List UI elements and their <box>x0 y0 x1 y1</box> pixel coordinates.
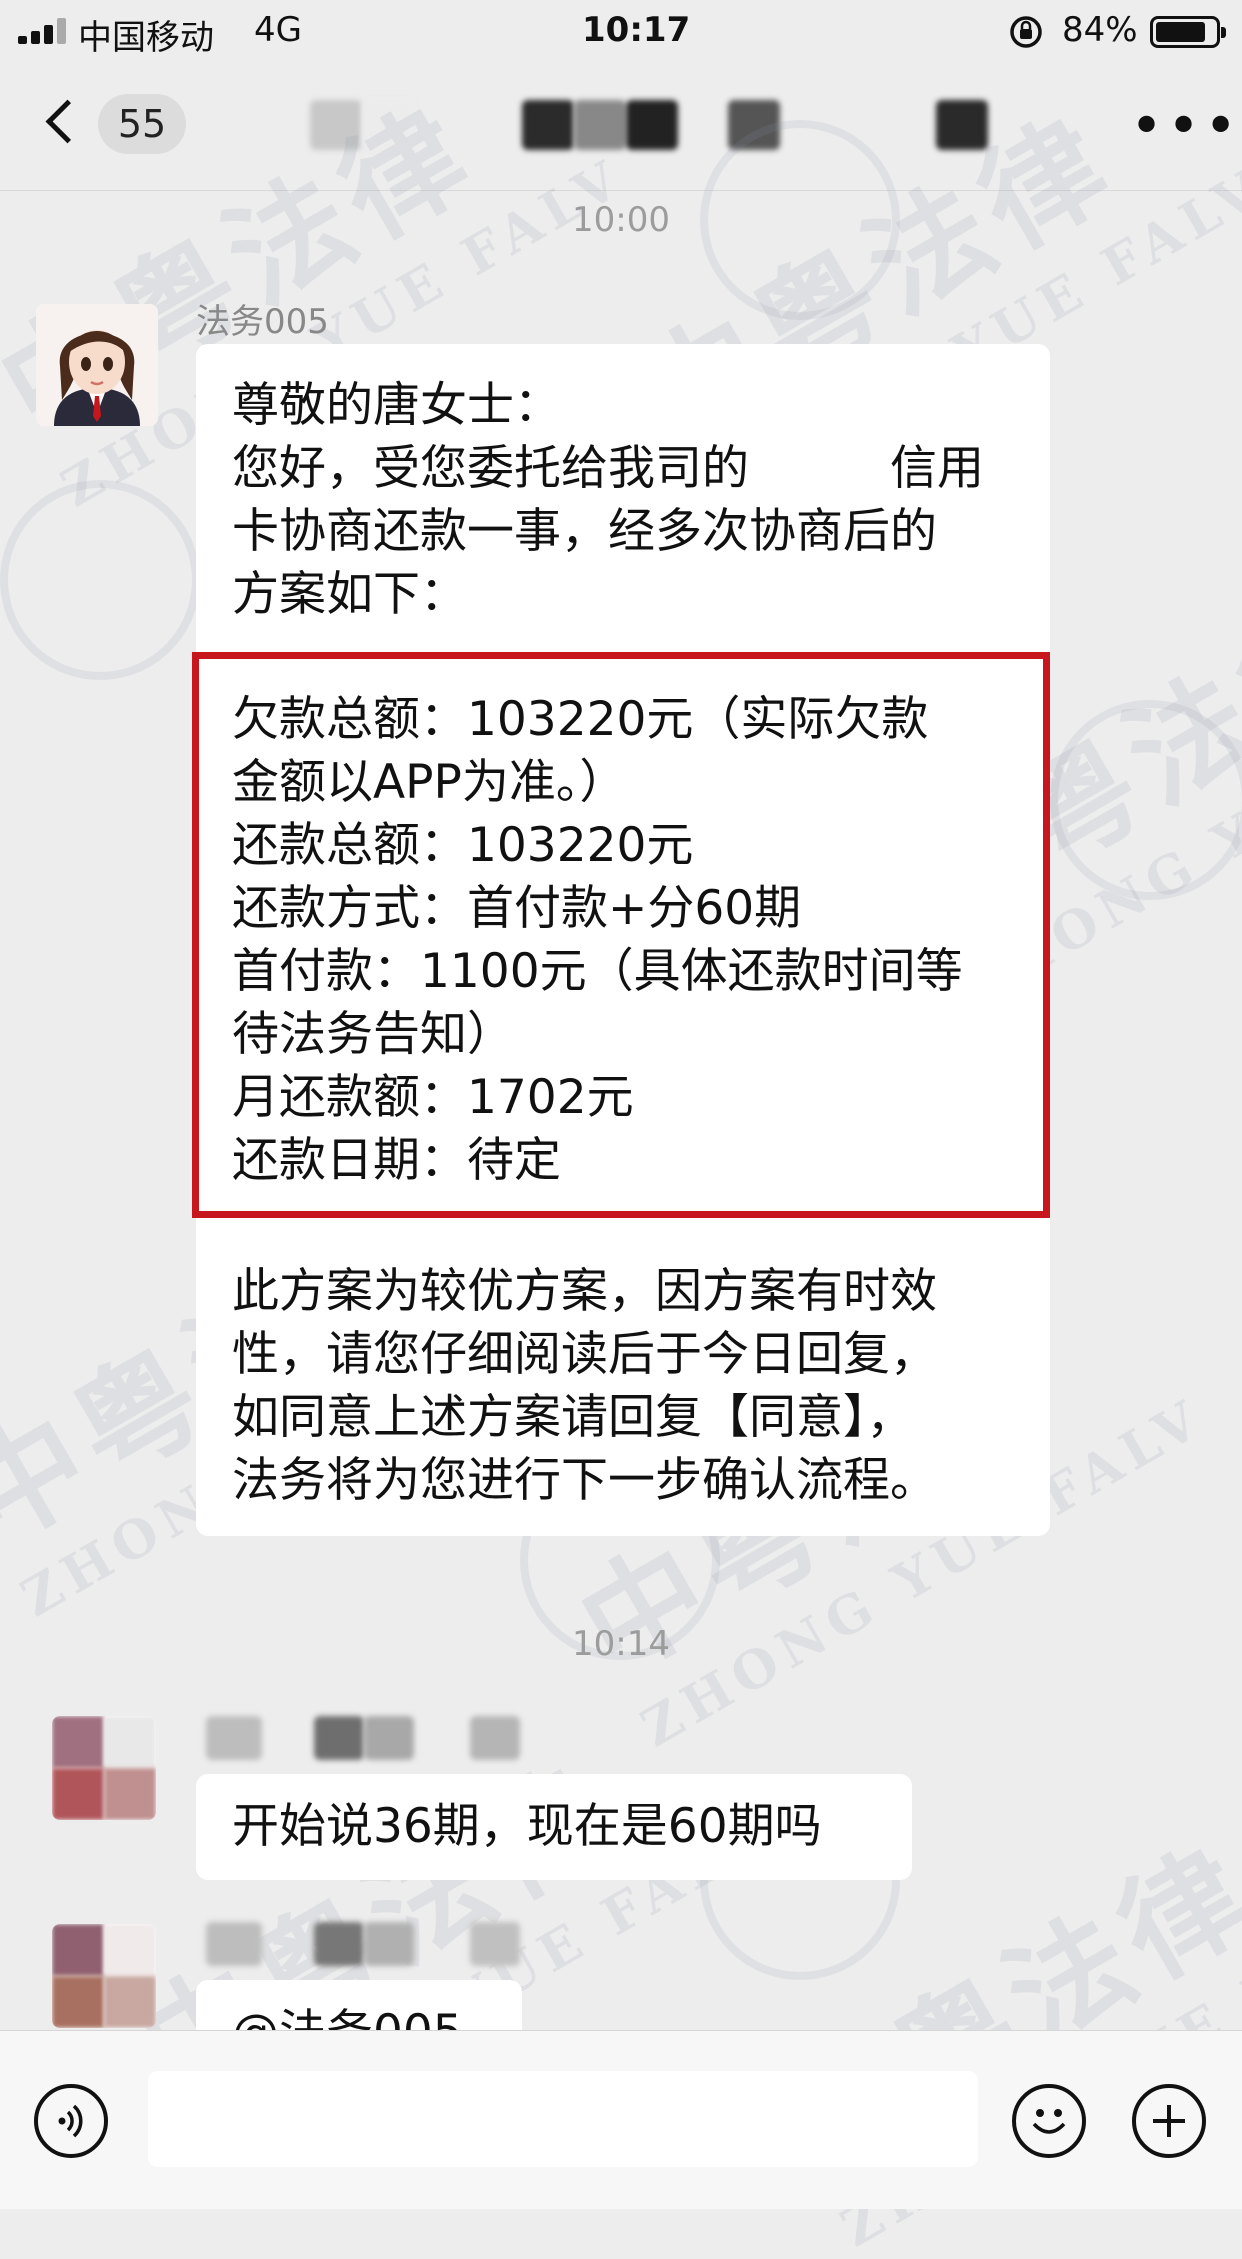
input-bar <box>0 2030 1242 2209</box>
message-intro: 尊敬的唐女士： 您好，受您委托给我司的 信用 卡协商还款一事，经多次协商后的 方… <box>232 378 984 622</box>
more-dots-icon[interactable]: ••• <box>1130 99 1241 155</box>
network-type: 4G <box>254 10 302 50</box>
sender-name: 法务005 <box>196 302 329 342</box>
chevron-left-icon[interactable] <box>45 99 90 144</box>
battery-icon <box>1150 16 1226 48</box>
carrier-label: 中国移动 <box>78 18 214 58</box>
message-input[interactable] <box>148 2071 978 2167</box>
message-text: 开始说36期，现在是60期吗 <box>232 1799 822 1854</box>
chat-header: 55 ••• <box>0 64 1242 191</box>
time-divider: 10:00 <box>572 200 670 240</box>
avatar-redacted[interactable] <box>52 1924 156 2028</box>
status-bar: 中国移动 4G 10:17 84% <box>0 0 1242 64</box>
message-bubble[interactable]: 开始说36期，现在是60期吗 <box>196 1774 912 1880</box>
time-divider: 10:14 <box>572 1624 670 1664</box>
battery-percent: 84% <box>1062 10 1138 50</box>
avatar-redacted[interactable] <box>52 1716 156 1820</box>
emoji-icon[interactable] <box>1012 2084 1086 2158</box>
message-closing: 此方案为较优方案，因方案有时效 性，请您仔细阅读后于今日回复， 如同意上述方案请… <box>232 1264 937 1508</box>
highlight-box <box>192 652 1050 1218</box>
avatar[interactable] <box>36 304 158 426</box>
unread-count-badge[interactable]: 55 <box>98 94 186 154</box>
rotation-lock-icon <box>1010 16 1042 48</box>
voice-icon[interactable] <box>34 2084 108 2158</box>
clock: 10:17 <box>582 10 691 50</box>
plus-icon[interactable] <box>1132 2084 1206 2158</box>
signal-strength-icon <box>18 18 70 44</box>
